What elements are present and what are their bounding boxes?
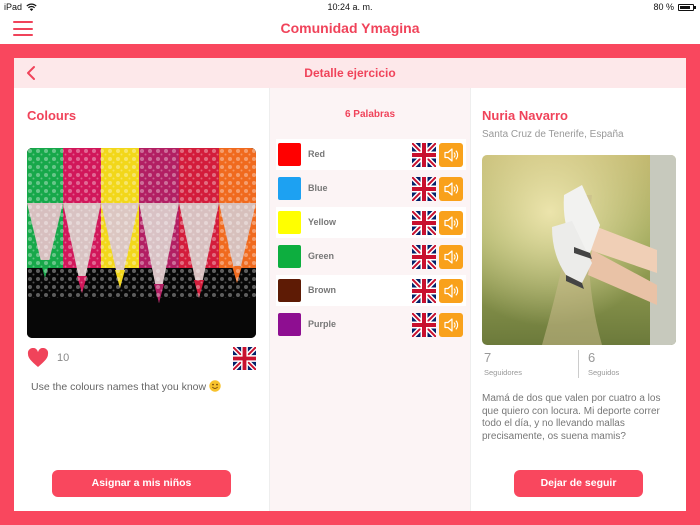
word-row: Blue	[276, 173, 466, 204]
profile-name[interactable]: Nuria Navarro	[482, 108, 568, 123]
word-row: Purple	[276, 309, 466, 340]
following-count: 6	[588, 350, 596, 365]
battery-fill	[680, 5, 690, 9]
smile-emoji-icon	[209, 380, 221, 392]
battery-percent: 80 %	[653, 2, 674, 12]
color-swatch	[278, 177, 301, 200]
followers-label: Seguidores	[484, 368, 522, 377]
exercise-description-text: Use the colours names that you know	[31, 381, 207, 393]
battery-icon	[678, 3, 696, 11]
profile-photo	[482, 155, 676, 345]
uk-flag-icon	[412, 279, 436, 303]
content-frame: Detalle ejercicio Colours 10 Use the col…	[0, 44, 700, 525]
color-swatch	[278, 211, 301, 234]
color-swatch	[278, 245, 301, 268]
uk-flag-icon	[412, 177, 436, 201]
speaker-icon[interactable]	[439, 313, 463, 337]
color-swatch	[278, 279, 301, 302]
word-label: Red	[308, 149, 326, 159]
uk-flag-icon	[233, 347, 256, 370]
likes-row: 10	[27, 347, 256, 370]
detail-header: Detalle ejercicio	[14, 58, 686, 88]
word-label: Blue	[308, 183, 328, 193]
following-stat[interactable]: 6 Seguidos	[588, 350, 619, 377]
uk-flag-icon	[412, 313, 436, 337]
word-row: Yellow	[276, 207, 466, 238]
unfollow-button[interactable]: Dejar de seguir	[514, 470, 643, 497]
word-label: Green	[308, 251, 335, 261]
assign-to-kids-button[interactable]: Asignar a mis niños	[52, 470, 231, 497]
profile-stats: 7 Seguidores 6 Seguidos	[482, 350, 676, 380]
word-label: Brown	[308, 285, 336, 295]
clock: 10:24 a. m.	[327, 2, 373, 12]
profile-location: Santa Cruz de Tenerife, España	[482, 129, 624, 140]
uk-flag-icon	[412, 143, 436, 167]
followers-stat[interactable]: 7 Seguidores	[484, 350, 522, 377]
app-title: Comunidad Ymagina	[280, 20, 420, 36]
uk-flag-icon	[412, 211, 436, 235]
likes-count: 10	[57, 352, 70, 364]
exercise-title: Colours	[27, 108, 77, 123]
words-count: 6 Palabras	[344, 109, 396, 120]
word-row: Brown	[276, 275, 466, 306]
word-label: Yellow	[308, 217, 337, 227]
speaker-icon[interactable]	[439, 245, 463, 269]
word-row: Red	[276, 139, 466, 170]
status-bar: iPad 10:24 a. m. 80 %	[0, 0, 700, 14]
speaker-icon[interactable]	[439, 143, 463, 167]
stats-divider	[578, 350, 579, 378]
exercise-panel: Colours 10 Use the colours names that yo…	[14, 88, 268, 511]
speaker-icon[interactable]	[439, 279, 463, 303]
words-panel: 6 Palabras Red Blue Yellow Green Brown Purple	[269, 88, 471, 511]
uk-flag-icon	[412, 245, 436, 269]
following-label: Seguidos	[588, 368, 620, 377]
app-header: Comunidad Ymagina	[0, 14, 700, 44]
profile-bio: Mamá de dos que valen por cuatro a los q…	[482, 393, 661, 442]
color-swatch	[278, 143, 301, 166]
followers-count: 7	[484, 350, 492, 365]
exercise-image	[27, 148, 256, 338]
exercise-description: Use the colours names that you know	[31, 380, 221, 393]
profile-panel: Nuria Navarro Santa Cruz de Tenerife, Es…	[472, 88, 686, 511]
heart-icon[interactable]	[27, 348, 49, 368]
detail-card: Detalle ejercicio Colours 10 Use the col…	[14, 58, 686, 511]
detail-title: Detalle ejercicio	[304, 66, 396, 80]
word-row: Green	[276, 241, 466, 272]
word-label: Purple	[308, 319, 337, 329]
speaker-icon[interactable]	[439, 211, 463, 235]
speaker-icon[interactable]	[439, 177, 463, 201]
color-swatch	[278, 313, 301, 336]
